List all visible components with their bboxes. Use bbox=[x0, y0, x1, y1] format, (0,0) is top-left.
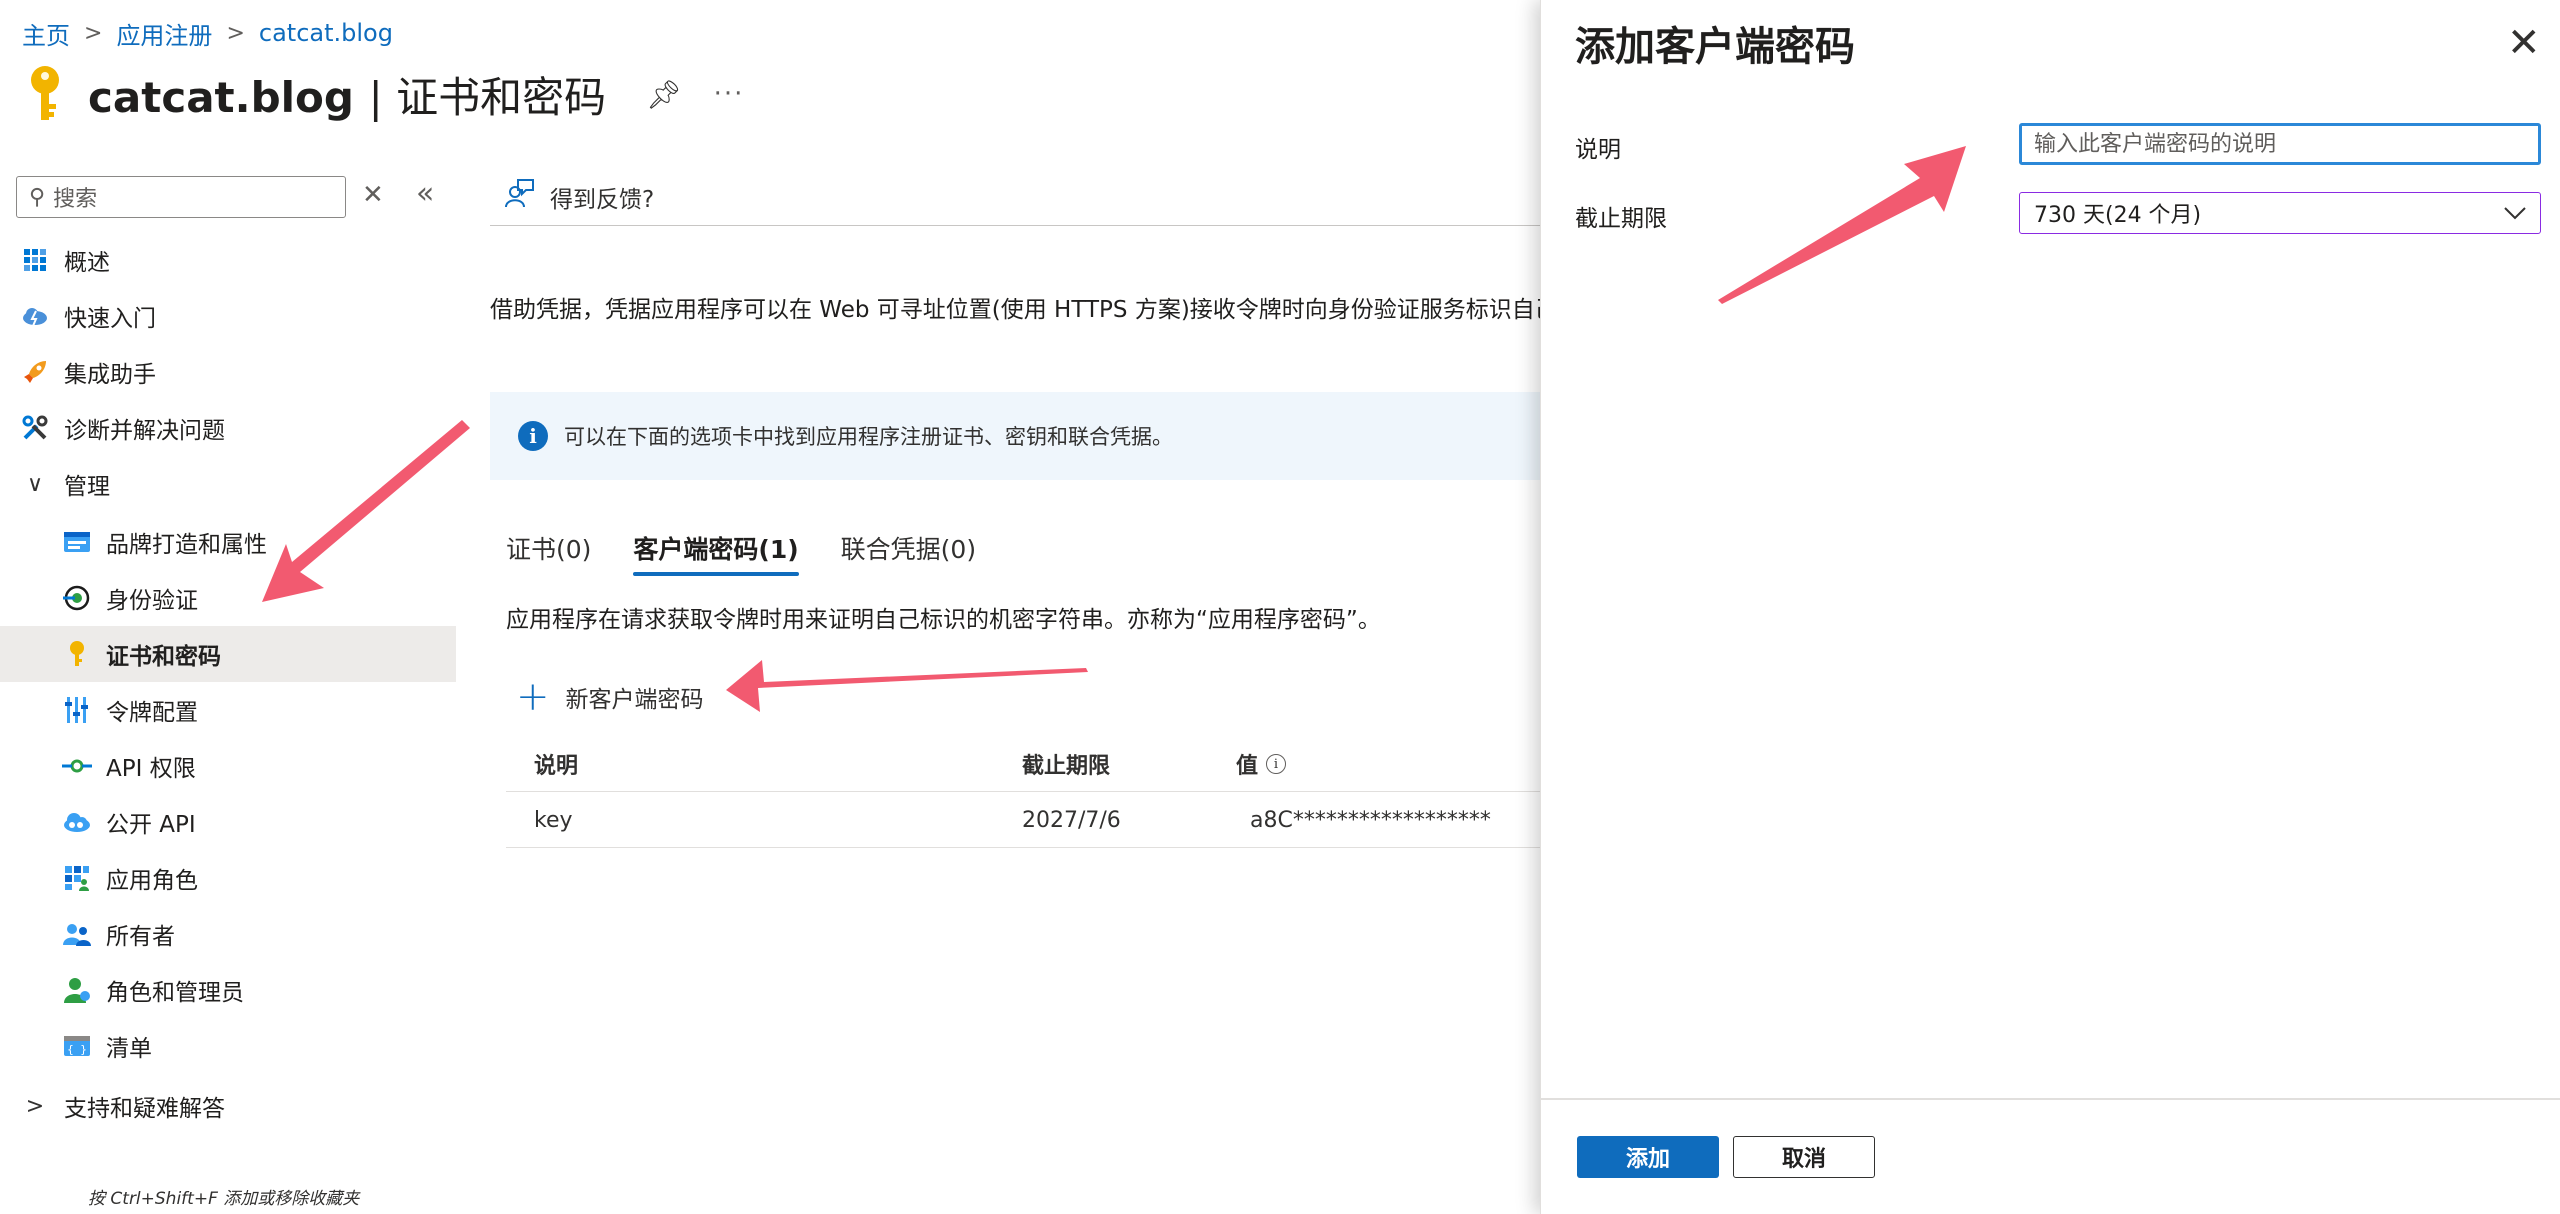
description-label: 说明 bbox=[1575, 137, 1621, 163]
feedback-icon bbox=[504, 178, 534, 215]
expires-dropdown[interactable]: 730 天(24 个月) bbox=[2019, 192, 2541, 234]
add-button[interactable]: 添加 bbox=[1577, 1136, 1719, 1178]
wrench-icon bbox=[20, 413, 50, 443]
breadcrumb-app-registrations[interactable]: 应用注册 bbox=[116, 16, 212, 51]
svg-text:{ }: { } bbox=[67, 1043, 87, 1056]
tab-certificates[interactable]: 证书(0) bbox=[490, 520, 607, 576]
sidebar-item-token-configuration[interactable]: 令牌配置 bbox=[0, 682, 456, 738]
description-input[interactable] bbox=[2019, 123, 2541, 165]
tab-federated-credentials[interactable]: 联合凭据(0) bbox=[825, 520, 992, 576]
rocket-icon bbox=[20, 357, 50, 387]
sidebar-item-quickstart[interactable]: 快速入门 bbox=[0, 288, 456, 344]
column-header-value: 值 i bbox=[1236, 736, 1287, 792]
info-icon[interactable]: i bbox=[1266, 754, 1287, 774]
collapse-sidebar-icon[interactable]: « bbox=[416, 176, 434, 211]
cloud-lightning-icon bbox=[20, 301, 50, 331]
branding-icon bbox=[62, 527, 92, 557]
credentials-description: 借助凭据，凭据应用程序可以在 Web 可寻址位置(使用 HTTPS 方案)接收令… bbox=[490, 297, 1558, 323]
authentication-icon bbox=[62, 583, 92, 613]
token-config-icon bbox=[62, 695, 92, 725]
plus-icon: + bbox=[516, 674, 550, 720]
sidebar-item-certificates-secrets[interactable]: 证书和密码 bbox=[0, 626, 456, 682]
app-roles-icon bbox=[62, 863, 92, 893]
page-title: catcat.blog | 证书和密码 bbox=[88, 72, 607, 122]
key-icon bbox=[62, 639, 92, 669]
info-banner: i 可以在下面的选项卡中找到应用程序注册证书、密钥和联合凭据。 bbox=[490, 392, 1540, 480]
key-icon bbox=[22, 62, 68, 126]
pin-icon[interactable]: 📌︎ bbox=[646, 78, 682, 111]
add-client-secret-panel: 添加客户端密码 ✕ 说明 截止期限 730 天(24 个月) 添加 取消 bbox=[1540, 0, 2560, 1214]
tab-client-secrets[interactable]: 客户端密码(1) bbox=[617, 520, 814, 576]
info-icon: i bbox=[518, 421, 548, 451]
sidebar-item-owners[interactable]: 所有者 bbox=[0, 906, 456, 962]
panel-title: 添加客户端密码 bbox=[1575, 24, 1855, 70]
page-header: catcat.blog | 证书和密码 📌︎ ··· bbox=[22, 62, 744, 126]
secret-value: a8C****************** bbox=[1250, 807, 1491, 833]
sidebar-item-overview[interactable]: 概述 bbox=[0, 232, 456, 288]
favorites-hint: 按 Ctrl+Shift+F 添加或移除收藏夹 bbox=[88, 1189, 360, 1209]
sidebar-item-expose-api[interactable]: 公开 API bbox=[0, 794, 456, 850]
sidebar-item-authentication[interactable]: 身份验证 bbox=[0, 570, 456, 626]
cloud-icon bbox=[62, 807, 92, 837]
sidebar-item-branding[interactable]: 品牌打造和属性 bbox=[0, 514, 456, 570]
search-input[interactable]: ⚲ 搜索 bbox=[16, 176, 346, 218]
owners-icon bbox=[62, 919, 92, 949]
clear-search-icon[interactable]: ✕ bbox=[362, 180, 384, 210]
tab-list: 证书(0) 客户端密码(1) 联合凭据(0) bbox=[490, 520, 1002, 576]
table-header: 说明 截止期限 值 i bbox=[506, 736, 1540, 792]
chevron-right-icon: > bbox=[25, 1093, 45, 1119]
breadcrumb: 主页 > 应用注册 > catcat.blog bbox=[22, 16, 393, 50]
breadcrumb-current[interactable]: catcat.blog bbox=[259, 19, 393, 47]
chevron-right-icon: > bbox=[226, 20, 245, 46]
manifest-icon: { } bbox=[62, 1031, 92, 1061]
chevron-down-icon: ∨ bbox=[26, 471, 44, 497]
sidebar-item-integration-assistant[interactable]: 集成助手 bbox=[0, 344, 456, 400]
sidebar-item-app-roles[interactable]: 应用角色 bbox=[0, 850, 456, 906]
grid-icon bbox=[20, 245, 50, 275]
command-bar: 得到反馈? bbox=[490, 168, 1540, 226]
sidebar-item-manifest[interactable]: { } 清单 bbox=[0, 1018, 456, 1074]
chevron-down-icon bbox=[2504, 201, 2526, 226]
column-header-expires: 截止期限 bbox=[1022, 754, 1111, 779]
roles-admins-icon bbox=[62, 975, 92, 1005]
sidebar-item-roles-admins[interactable]: 角色和管理员 bbox=[0, 962, 456, 1018]
breadcrumb-home[interactable]: 主页 bbox=[22, 16, 70, 51]
close-icon[interactable]: ✕ bbox=[2507, 20, 2541, 66]
secret-description: key bbox=[534, 807, 573, 833]
expires-label: 截止期限 bbox=[1575, 206, 1667, 232]
sidebar-group-support[interactable]: > 支持和疑难解答 bbox=[0, 1078, 456, 1134]
api-permissions-icon bbox=[62, 751, 92, 781]
panel-footer-divider bbox=[1541, 1098, 2560, 1100]
sidebar-group-manage[interactable]: ∨ 管理 bbox=[0, 456, 456, 512]
arrow-to-new-secret bbox=[726, 660, 1088, 712]
sidebar-item-diagnose[interactable]: 诊断并解决问题 bbox=[0, 400, 456, 456]
feedback-button[interactable]: 得到反馈? bbox=[550, 180, 654, 214]
table-row: key 2027/7/6 a8C****************** bbox=[506, 792, 1540, 848]
new-client-secret-button[interactable]: + 新客户端密码 bbox=[516, 676, 704, 718]
more-icon[interactable]: ··· bbox=[714, 79, 745, 109]
secret-expires: 2027/7/6 bbox=[1022, 807, 1121, 833]
sidebar-item-api-permissions[interactable]: API 权限 bbox=[0, 738, 456, 794]
cancel-button[interactable]: 取消 bbox=[1733, 1136, 1875, 1178]
search-icon: ⚲ bbox=[29, 184, 46, 210]
chevron-right-icon: > bbox=[84, 20, 103, 46]
client-secret-description: 应用程序在请求获取令牌时用来证明自己标识的机密字符串。亦称为“应用程序密码”。 bbox=[506, 607, 1381, 633]
column-header-description: 说明 bbox=[534, 754, 579, 779]
